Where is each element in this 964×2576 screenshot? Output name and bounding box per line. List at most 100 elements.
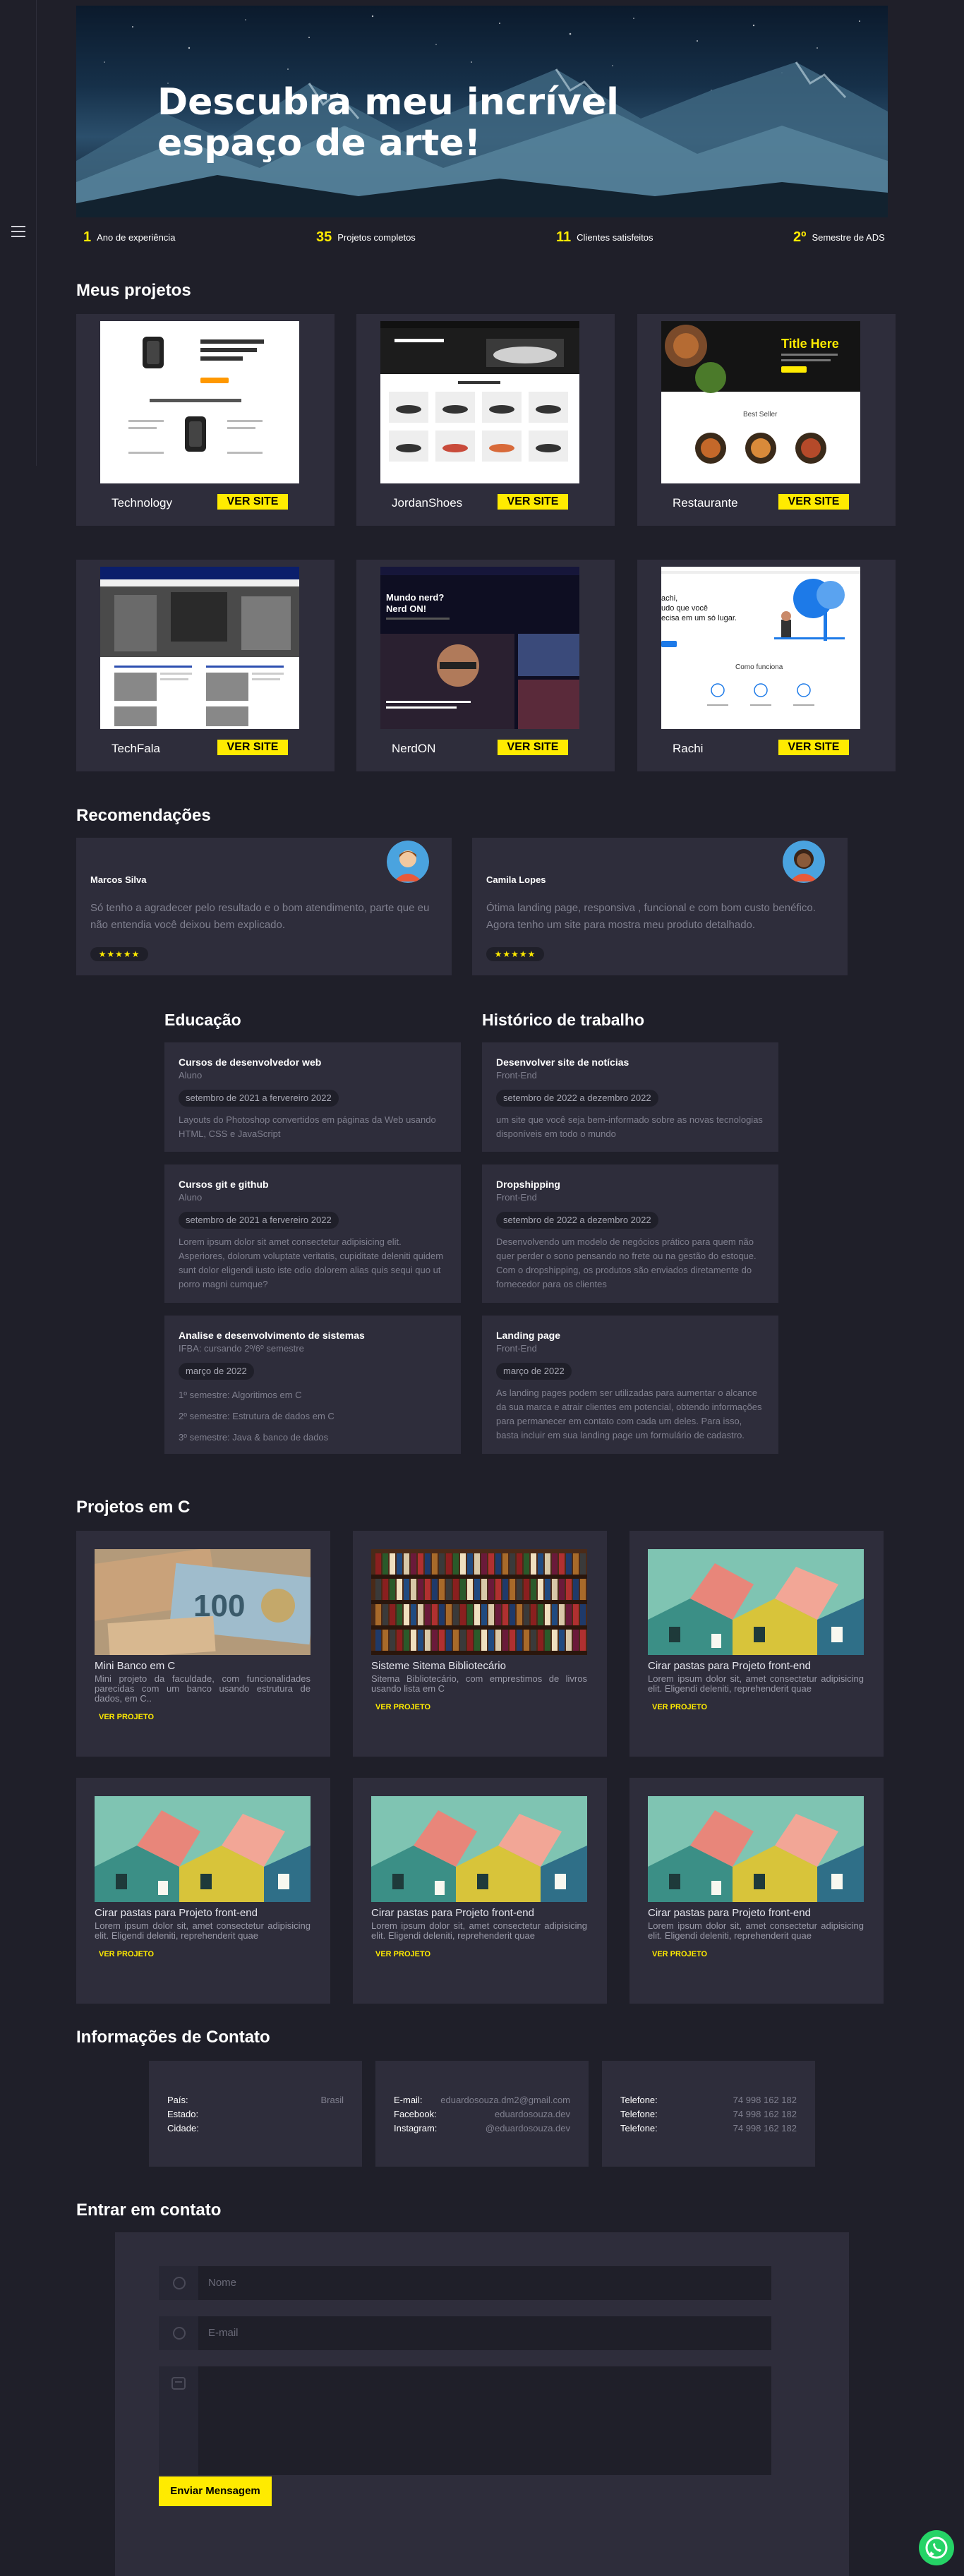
work-item-description: As landing pages podem ser utilizadas pa… bbox=[496, 1388, 762, 1440]
stat-projects: 35 Projetos completos bbox=[316, 229, 416, 246]
view-site-button[interactable]: VER SITE bbox=[498, 494, 568, 510]
c-project-card: Cirar pastas para Projeto front-end Lorem… bbox=[76, 1778, 330, 2004]
view-site-button[interactable]: VER SITE bbox=[217, 494, 288, 510]
svg-text:ecisa em um só lugar.: ecisa em um só lugar. bbox=[661, 614, 737, 622]
svg-text:Title Here: Title Here bbox=[781, 337, 839, 351]
work-item: Desenvolver site de notícias Front-End s… bbox=[482, 1042, 778, 1152]
c-project-card: Cirar pastas para Projeto front-end Lorem… bbox=[353, 1778, 607, 2004]
projects-title: Meus projetos bbox=[76, 281, 191, 300]
project-image: 100 bbox=[95, 1549, 311, 1655]
project-thumbnail bbox=[100, 567, 299, 729]
c-project-description: Lorem ipsum dolor sit, amet consectetur … bbox=[95, 1920, 311, 1941]
contact-info-value: 74 998 162 182 bbox=[733, 2109, 797, 2119]
c-project-title: Cirar pastas para Projeto front-end bbox=[371, 1907, 534, 1919]
education-item-role: Aluno bbox=[179, 1192, 203, 1203]
contact-info-key: Facebook: bbox=[394, 2109, 437, 2119]
view-project-link[interactable]: VER PROJETO bbox=[375, 1703, 430, 1711]
education-item: Cursos de desenvolvedor web Aluno setemb… bbox=[164, 1042, 461, 1152]
c-project-title: Mini Banco em C bbox=[95, 1660, 176, 1672]
hero-title-line1: Descubra meu incrível bbox=[157, 81, 619, 124]
project-image bbox=[371, 1549, 587, 1655]
work-history-title: Histórico de trabalho bbox=[482, 1011, 645, 1029]
contact-info-value: Brasil bbox=[320, 2095, 344, 2105]
hero-banner: Descubra meu incrível espaço de arte! bbox=[76, 6, 888, 217]
svg-text:achi,: achi, bbox=[661, 594, 677, 603]
c-project-title: Cirar pastas para Projeto front-end bbox=[95, 1907, 258, 1919]
name-field[interactable]: Nome bbox=[159, 2266, 771, 2300]
view-project-link[interactable]: VER PROJETO bbox=[652, 1703, 707, 1711]
review-text: Ótima landing page, responsiva , funcion… bbox=[486, 902, 816, 931]
view-site-button[interactable]: VER SITE bbox=[217, 740, 288, 755]
svg-text:Mundo nerd?: Mundo nerd? bbox=[386, 592, 444, 603]
semester-line: 1º semestre: Algoritimos em C bbox=[179, 1390, 302, 1400]
svg-text:Como funciona: Como funciona bbox=[735, 663, 783, 671]
star-rating: ★★★★★ bbox=[90, 947, 148, 961]
send-message-button[interactable]: Enviar Mensagem bbox=[159, 2476, 272, 2506]
contact-form-title: Entrar em contato bbox=[76, 2201, 222, 2220]
contact-info-key: País: bbox=[167, 2095, 188, 2105]
c-project-description: Mini projeto da faculdade, com funcional… bbox=[95, 1673, 311, 1704]
contact-info-key: Estado: bbox=[167, 2109, 199, 2119]
hero-title-line2: espaço de arte! bbox=[157, 122, 481, 164]
contact-info-value: 74 998 162 182 bbox=[733, 2095, 797, 2105]
work-item-description: Desenvolvendo um modelo de negócios prát… bbox=[496, 1236, 757, 1289]
c-project-card: Sisteme Sitema Bibliotecário Sitema Bibli… bbox=[353, 1531, 607, 1757]
c-project-title: Cirar pastas para Projeto front-end bbox=[648, 1660, 811, 1672]
education-item-description: Lorem ipsum dolor sit amet consectetur a… bbox=[179, 1236, 444, 1289]
contact-info-value: @eduardosouza.dev bbox=[485, 2123, 570, 2133]
menu-icon[interactable] bbox=[11, 226, 25, 237]
view-project-link[interactable]: VER PROJETO bbox=[375, 1950, 430, 1958]
view-site-button[interactable]: VER SITE bbox=[498, 740, 568, 755]
stat-number: 11 bbox=[556, 229, 572, 245]
work-item-role: Front-End bbox=[496, 1343, 537, 1354]
view-site-button[interactable]: VER SITE bbox=[778, 740, 849, 755]
sidebar bbox=[0, 0, 37, 466]
stats-bar: 1 Ano de experiência 35 Projetos complet… bbox=[76, 229, 888, 251]
project-name: Rachi bbox=[673, 742, 704, 755]
project-thumbnail: Title Here Best Seller bbox=[661, 321, 860, 483]
view-project-link[interactable]: VER PROJETO bbox=[652, 1950, 707, 1958]
work-item: Landing page Front-End março de 2022 As … bbox=[482, 1316, 778, 1454]
contact-info-key: Telefone: bbox=[620, 2095, 658, 2105]
date-badge: março de 2022 bbox=[179, 1363, 254, 1380]
work-item: Dropshipping Front-End setembro de 2022 … bbox=[482, 1164, 778, 1303]
project-name: Restaurante bbox=[673, 496, 738, 510]
stat-label: Clientes satisfeitos bbox=[577, 232, 653, 243]
whatsapp-icon[interactable] bbox=[919, 2530, 954, 2565]
date-badge: setembro de 2021 a fervereiro 2022 bbox=[179, 1212, 339, 1229]
project-name: TechFala bbox=[112, 742, 160, 755]
reviewer-name: Marcos Silva bbox=[90, 874, 147, 885]
email-field[interactable]: E-mail bbox=[159, 2316, 771, 2350]
svg-text:Nerd ON!: Nerd ON! bbox=[386, 603, 426, 614]
stat-number: 1 bbox=[83, 229, 92, 245]
work-item-description: um site que você seja bem-informado sobr… bbox=[496, 1114, 763, 1139]
work-item-role: Front-End bbox=[496, 1192, 537, 1203]
hero-title: Descubra meu incrível espaço de arte! bbox=[157, 82, 793, 164]
stat-number: 2º bbox=[793, 229, 807, 245]
date-badge: setembro de 2022 a dezembro 2022 bbox=[496, 1212, 658, 1229]
message-field[interactable] bbox=[159, 2366, 771, 2475]
view-site-button[interactable]: VER SITE bbox=[778, 494, 849, 510]
education-title: Educação bbox=[164, 1011, 241, 1029]
contact-info-value: eduardosouza.dev bbox=[495, 2109, 570, 2119]
work-item-title: Landing page bbox=[496, 1330, 560, 1341]
education-item-role: IFBA: cursando 2º/6º semestre bbox=[179, 1343, 304, 1354]
project-name: Technology bbox=[112, 496, 173, 510]
education-item-description: Layouts do Photoshop convertidos em pági… bbox=[179, 1114, 436, 1139]
project-thumbnail bbox=[100, 321, 299, 483]
date-badge: março de 2022 bbox=[496, 1363, 572, 1380]
contact-info-key: E-mail: bbox=[394, 2095, 423, 2105]
recommendation-card: Marcos Silva Só tenho a agradecer pelo r… bbox=[76, 838, 452, 975]
date-badge: setembro de 2021 a fervereiro 2022 bbox=[179, 1090, 339, 1107]
stat-clients: 11 Clientes satisfeitos bbox=[556, 229, 653, 246]
stat-number: 35 bbox=[316, 229, 332, 245]
c-projects-title: Projetos em C bbox=[76, 1498, 191, 1517]
date-badge: setembro de 2022 a dezembro 2022 bbox=[496, 1090, 658, 1107]
view-project-link[interactable]: VER PROJETO bbox=[99, 1950, 154, 1958]
view-project-link[interactable]: VER PROJETO bbox=[99, 1713, 154, 1721]
project-card: Title Here Best Seller Restaurante VER S… bbox=[637, 314, 896, 526]
contact-form: Nome E-mail Enviar Mensagem bbox=[115, 2232, 849, 2576]
semester-line: 2º semestre: Estrutura de dados em C bbox=[179, 1411, 335, 1421]
work-item-title: Desenvolver site de notícias bbox=[496, 1057, 629, 1068]
recommendation-card: Camila Lopes Ótima landing page, respons… bbox=[472, 838, 848, 975]
